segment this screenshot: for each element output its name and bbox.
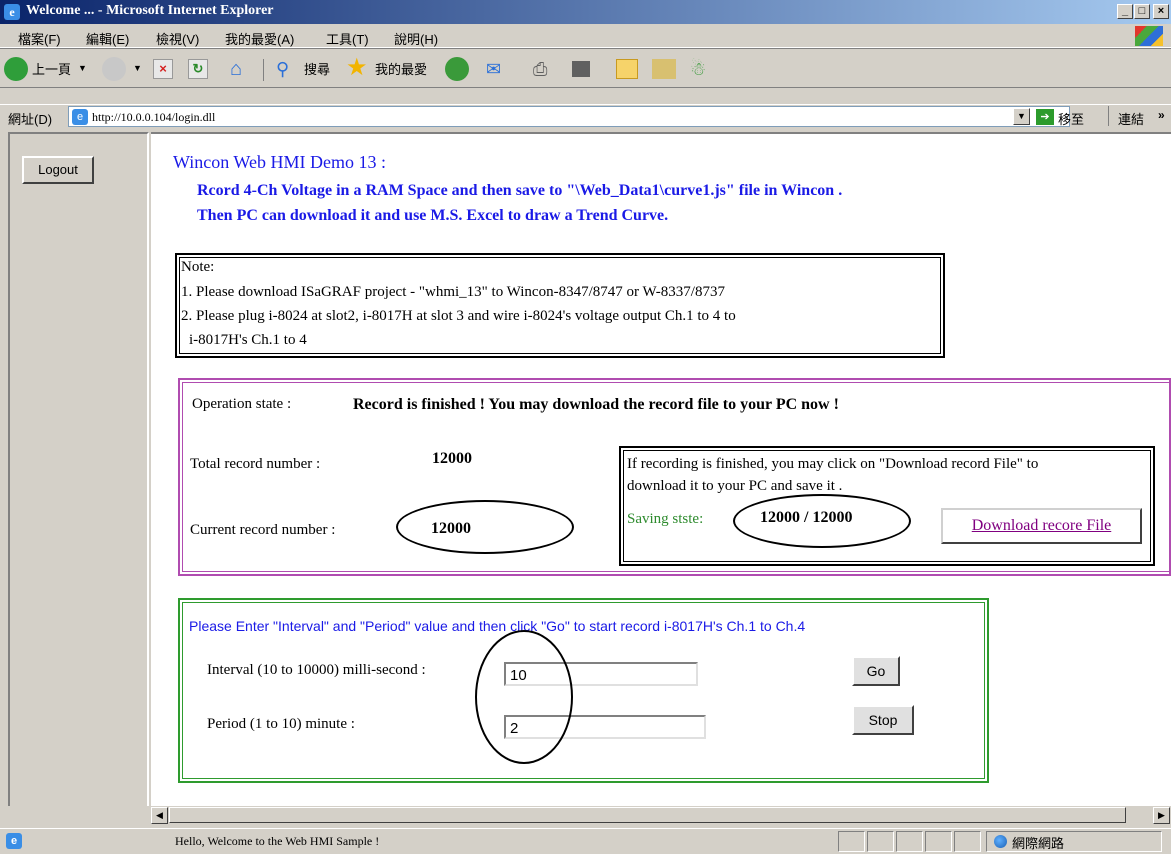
status-pane [925, 831, 952, 852]
download-file-button[interactable]: Download recore File [941, 508, 1142, 544]
go-arrow-icon[interactable]: ➔ [1036, 109, 1054, 125]
folder-icon[interactable] [616, 59, 638, 79]
toolbar: 上一頁 ▼ ▼ × ↻ ⌂ ⚲ 搜尋 ★ 我的最愛 ✉ ⎙ ☃ [0, 48, 1171, 88]
minimize-button[interactable]: _ [1117, 4, 1133, 19]
back-label[interactable]: 上一頁 [32, 59, 71, 79]
address-label: 網址(D) [8, 112, 53, 127]
search-icon[interactable]: ⚲ [276, 59, 298, 79]
total-record-label: Total record number : [190, 456, 321, 472]
mail-icon[interactable]: ✉ [486, 59, 510, 79]
operation-state-value: Record is finished ! You may download th… [353, 396, 839, 413]
logout-button[interactable]: Logout [22, 156, 94, 184]
links-chevron-icon[interactable]: » [1158, 108, 1165, 122]
history-icon[interactable] [445, 57, 469, 81]
favorites-label[interactable]: 我的最愛 [375, 59, 427, 79]
total-record-value: 12000 [432, 450, 472, 467]
note-heading: Note: [181, 259, 215, 275]
note-line2: 2. Please plug i-8024 at slot2, i-8017H … [181, 308, 736, 324]
input-highlight [475, 630, 573, 764]
go-button[interactable]: Go [852, 656, 900, 686]
ie-icon: e [4, 4, 20, 20]
window-title-bar: e Welcome ... - Microsoft Internet Explo… [0, 0, 1171, 24]
status-pane [867, 831, 894, 852]
download-text-line1: If recording is finished, you may click … [627, 456, 1039, 472]
menu-favorites[interactable]: 我的最愛(A) [225, 29, 294, 48]
windows-logo-icon [1135, 26, 1163, 46]
download-text-line2: download it to your PC and save it . [627, 478, 843, 494]
left-frame [8, 132, 149, 816]
scroll-thumb[interactable] [169, 807, 1126, 823]
search-label[interactable]: 搜尋 [304, 59, 330, 79]
menu-edit[interactable]: 編輯(E) [86, 29, 129, 48]
description-line2: Then PC can download it and use M.S. Exc… [197, 207, 669, 224]
forward-icon[interactable] [102, 57, 126, 81]
go-label[interactable]: 移至 [1058, 109, 1084, 128]
research-icon[interactable] [652, 59, 676, 79]
note-line3: i-8017H's Ch.1 to 4 [189, 332, 307, 348]
page-title: Wincon Web HMI Demo 13 : [173, 152, 386, 172]
zone-label: 網際網路 [1012, 836, 1065, 851]
status-page-icon: e [6, 833, 22, 849]
status-pane [896, 831, 923, 852]
favorites-star-icon[interactable]: ★ [346, 55, 372, 81]
edit-icon[interactable] [572, 61, 590, 77]
status-pane [838, 831, 865, 852]
toolbar-separator [263, 59, 264, 81]
messenger-icon[interactable]: ☃ [690, 59, 716, 79]
menu-tools[interactable]: 工具(T) [326, 29, 369, 48]
home-icon[interactable]: ⌂ [224, 58, 248, 80]
refresh-icon[interactable]: ↻ [188, 59, 208, 79]
address-input[interactable] [68, 106, 1070, 127]
description-line1: Rcord 4-Ch Voltage in a RAM Space and th… [197, 182, 843, 199]
window-title: Welcome ... - Microsoft Internet Explore… [26, 3, 274, 18]
menu-help[interactable]: 說明(H) [394, 29, 438, 48]
menu-bar: 檔案(F) 編輯(E) 檢視(V) 我的最愛(A) 工具(T) 說明(H) [0, 24, 1171, 48]
back-icon[interactable] [4, 57, 28, 81]
scroll-left-icon[interactable]: ◀ [151, 807, 168, 824]
record-instruction: Please Enter "Interval" and "Period" val… [189, 618, 806, 634]
address-url[interactable]: http://10.0.0.104/login.dll [92, 110, 215, 125]
operation-state-label: Operation state : [192, 396, 292, 412]
saving-state-label: Saving stste: [627, 511, 704, 527]
saving-state-highlight [733, 494, 911, 548]
stop-button[interactable]: Stop [852, 705, 914, 735]
close-button[interactable]: × [1153, 4, 1169, 19]
scroll-right-icon[interactable]: ▶ [1153, 807, 1170, 824]
links-label[interactable]: 連結 [1118, 109, 1144, 128]
status-pane [954, 831, 981, 852]
print-icon[interactable]: ⎙ [533, 59, 557, 79]
menu-file[interactable]: 檔案(F) [18, 29, 61, 48]
note-line1: 1. Please download ISaGRAF project - "wh… [181, 284, 725, 300]
current-record-label: Current record number : [190, 522, 336, 538]
left-frame-bottom [8, 806, 149, 824]
period-label: Period (1 to 10) minute : [207, 716, 355, 732]
stop-icon[interactable]: × [153, 59, 173, 79]
interval-label: Interval (10 to 10000) milli-second : [207, 662, 426, 678]
forward-dropdown-icon[interactable]: ▼ [133, 63, 142, 83]
menu-view[interactable]: 檢視(V) [156, 29, 199, 48]
page-icon: e [72, 109, 88, 125]
status-text: Hello, Welcome to the Web HMI Sample ! [175, 834, 380, 848]
address-dropdown-icon[interactable]: ▼ [1013, 108, 1030, 125]
current-record-highlight [396, 500, 574, 554]
address-separator [1108, 106, 1109, 126]
maximize-button[interactable]: □ [1134, 4, 1150, 19]
back-dropdown-icon[interactable]: ▼ [78, 63, 87, 83]
globe-icon [994, 835, 1007, 848]
